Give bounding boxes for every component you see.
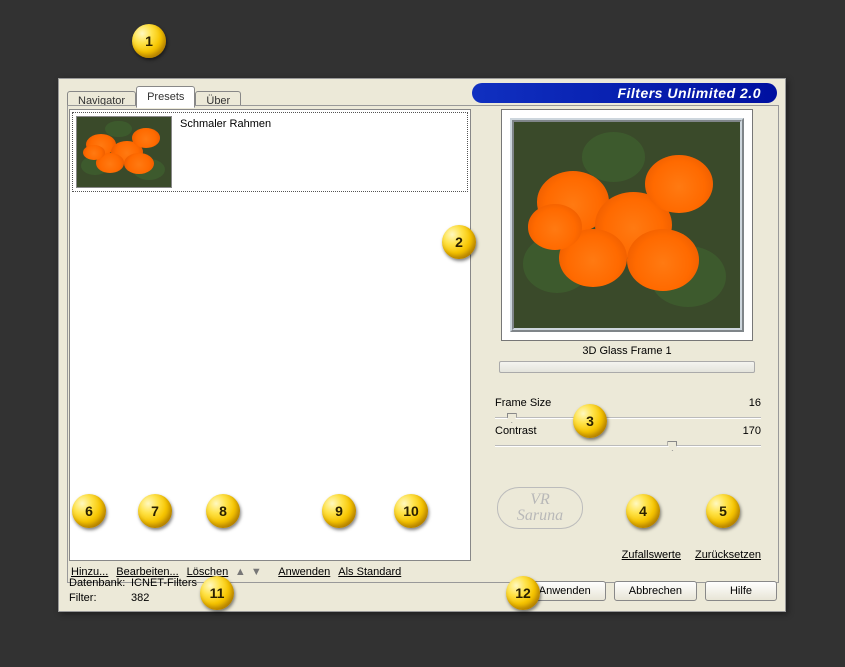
filter-count-label: Filter: — [69, 591, 127, 605]
apply-button[interactable]: Anwenden — [524, 581, 606, 601]
watermark-line2: Saruna — [517, 508, 563, 524]
progress-bar — [499, 361, 755, 373]
preset-row[interactable]: Schmaler Rahmen — [72, 112, 468, 192]
filter-name-label: 3D Glass Frame 1 — [479, 345, 775, 357]
annotation-ball-1: 1 — [132, 24, 166, 58]
slider-thumb[interactable] — [507, 413, 517, 423]
tab-presets-label: Presets — [147, 91, 184, 103]
param-value: 16 — [749, 397, 761, 409]
filter-count-value: 382 — [131, 591, 149, 605]
tab-presets[interactable]: Presets — [136, 86, 195, 108]
slider-contrast[interactable] — [495, 439, 761, 453]
param-label: Contrast — [495, 425, 537, 437]
preset-thumbnail — [76, 116, 172, 188]
random-values-button[interactable]: Zufallswerte — [622, 549, 681, 561]
param-row-contrast: Contrast 170 — [495, 425, 761, 437]
preview-image — [501, 109, 753, 341]
db-value: ICNET-Filters — [131, 576, 197, 590]
param-value: 170 — [743, 425, 761, 437]
preset-label: Schmaler Rahmen — [180, 116, 271, 130]
app-title: Filters Unlimited 2.0 — [617, 85, 761, 101]
db-label: Datenbank: — [69, 576, 127, 590]
param-label: Frame Size — [495, 397, 551, 409]
footer-info: Datenbank: ICNET-Filters Filter: 382 — [69, 576, 197, 605]
footer: Datenbank: ICNET-Filters Filter: 382 Anw… — [69, 576, 777, 605]
watermark-logo: VR Saruna — [497, 487, 583, 529]
footer-buttons: Anwenden Abbrechen Hilfe — [524, 581, 777, 601]
dialog-window: Filters Unlimited 2.0 Navigator Presets … — [58, 78, 786, 612]
app-title-bar: Filters Unlimited 2.0 — [472, 83, 777, 103]
right-panel: 3D Glass Frame 1 Frame Size 16 Contrast … — [479, 109, 775, 581]
watermark-line1: VR — [530, 492, 550, 508]
reset-button[interactable]: Zurücksetzen — [695, 549, 761, 561]
param-row-frame-size: Frame Size 16 — [495, 397, 761, 409]
right-links: Zufallswerte Zurücksetzen — [622, 549, 761, 561]
help-button[interactable]: Hilfe — [705, 581, 777, 601]
cancel-button[interactable]: Abbrechen — [614, 581, 697, 601]
slider-thumb[interactable] — [667, 441, 677, 451]
preset-list[interactable]: Schmaler Rahmen — [69, 109, 471, 561]
slider-frame-size[interactable] — [495, 411, 761, 425]
